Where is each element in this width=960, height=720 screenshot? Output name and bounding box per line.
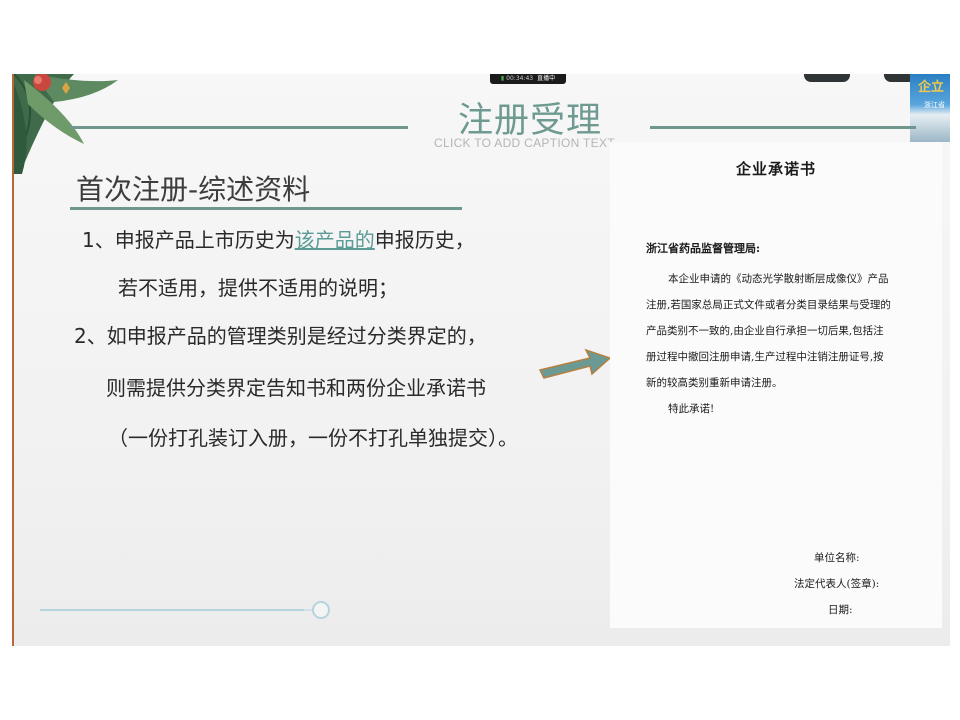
document-sign-unit: 单位名称: [814, 552, 860, 564]
document-body-line: 本企业申请的《动态光学散射断层成像仪》产品 [668, 273, 889, 285]
title-rule-right [650, 126, 916, 129]
slide-progress-track[interactable] [40, 609, 318, 611]
document-closing-line: 特此承诺! [668, 403, 715, 415]
signal-icon: ▮ [500, 75, 505, 82]
section-heading: 首次注册-综述资料 [76, 173, 311, 206]
commitment-letter-document: 企业承诺书 浙江省药品监督管理局: 本企业申请的《动态光学散射断层成像仪》产品 … [610, 142, 942, 628]
body-line-1-pre: 1、申报产品上市历史为 [82, 228, 295, 252]
presenter-video-thumbnail[interactable]: 企立 浙江省 [910, 74, 950, 142]
body-line-3: 2、如申报产品的管理类别是经过分类界定的， [74, 324, 487, 348]
document-sign-representative: 法定代表人(签章): [794, 578, 880, 590]
live-timer: 00:34:43 [506, 75, 534, 82]
body-line-1: 1、申报产品上市历史为该产品的申报历史， [82, 224, 475, 253]
document-body-line: 册过程中撤回注册申请,生产过程中注销注册证号,按 [646, 351, 884, 363]
body-line-1-highlight: 该产品的 [294, 228, 375, 252]
thumbnail-subtext: 浙江省 [924, 101, 945, 109]
caption-placeholder[interactable]: CLICK TO ADD CAPTION TEXT [434, 136, 615, 150]
body-line-2: 若不适用，提供不适用的说明； [118, 276, 398, 300]
document-body: 本企业申请的《动态光学散射断层成像仪》产品 注册,若国家总局正式文件或者分类目录… [646, 266, 930, 422]
document-sign-date: 日期: [828, 604, 853, 616]
live-status-label: 直播中 [537, 75, 556, 82]
body-line-1-post: 申报历史， [374, 228, 475, 252]
body-line-4: 则需提供分类界定告知书和两份企业承诺书 [106, 376, 486, 400]
presentation-slide: ▮ 00:34:43 直播中 企立 浙江省 注册受理 CLICK TO ADD CA… [12, 74, 950, 646]
slide-progress-fill [40, 609, 305, 611]
document-body-line: 产品类别不一致的,由企业自行承担一切后果,包括注 [646, 325, 884, 337]
screen: ▮ 00:34:43 直播中 企立 浙江省 注册受理 CLICK TO ADD CA… [0, 0, 960, 720]
tropical-leaf-decoration [14, 74, 118, 174]
thumbnail-logo-text: 企立 [918, 80, 945, 95]
heading-underline [70, 207, 462, 210]
live-status-bar: ▮ 00:34:43 直播中 [490, 74, 566, 84]
slide-progress-knob[interactable] [312, 601, 330, 619]
document-addressee: 浙江省药品监督管理局: [646, 242, 761, 255]
document-body-line: 注册,若国家总局正式文件或者分类目录结果与受理的 [646, 299, 891, 311]
document-body-line: 新的较高类别重新申请注册。 [646, 377, 783, 389]
arrow-right-icon [538, 348, 612, 379]
title-rule-left [70, 126, 408, 129]
player-control-button[interactable] [804, 74, 850, 82]
document-title: 企业承诺书 [735, 160, 816, 178]
body-line-5: （一份打孔装订入册，一份不打孔单独提交）。 [108, 426, 518, 450]
